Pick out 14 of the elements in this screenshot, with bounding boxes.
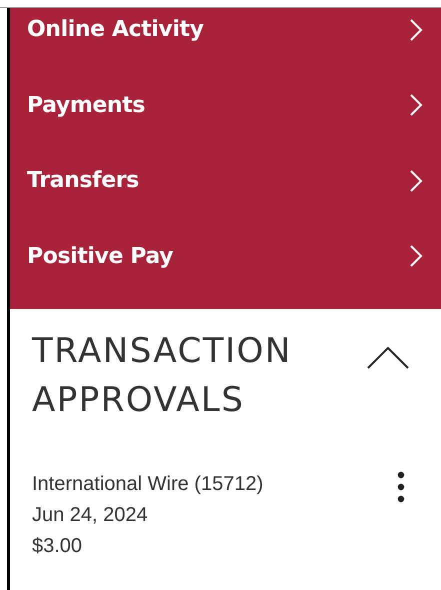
transaction-amount: $3.00 bbox=[32, 534, 84, 559]
menu-item[interactable]: Online Activity bbox=[10, 10, 441, 86]
menu-item[interactable]: Transfers bbox=[10, 161, 441, 236]
section-title: TRANSACTION APPROVALS bbox=[32, 330, 293, 422]
transaction-date: Jun 24, 2024 bbox=[32, 503, 149, 528]
menu-item[interactable]: Positive Pay bbox=[10, 236, 441, 312]
transaction-name: International Wire (15712) bbox=[32, 472, 264, 497]
menu-item[interactable]: Payments bbox=[10, 86, 441, 161]
chevron-up-icon[interactable] bbox=[367, 347, 409, 369]
chevron-right-icon bbox=[409, 18, 423, 42]
chevron-right-icon bbox=[409, 244, 423, 268]
more-options-icon[interactable] bbox=[396, 471, 406, 503]
chevron-right-icon bbox=[409, 93, 423, 118]
chevron-right-icon bbox=[409, 168, 423, 193]
